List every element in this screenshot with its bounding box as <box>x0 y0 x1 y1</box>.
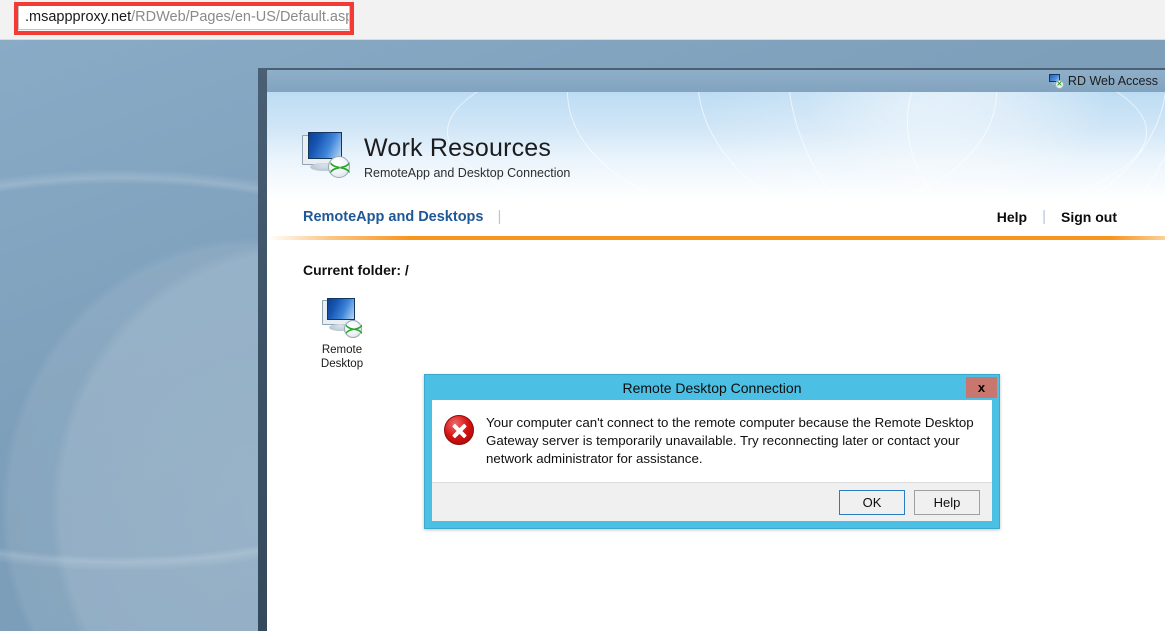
dialog-titlebar: Remote Desktop Connection x <box>425 375 999 400</box>
rdweb-navbar: RemoteApp and Desktops | Help | Sign out <box>267 200 1165 240</box>
error-icon <box>444 415 474 445</box>
ok-button[interactable]: OK <box>839 489 905 515</box>
close-icon[interactable]: x <box>966 377 997 398</box>
help-link[interactable]: Help <box>997 209 1027 225</box>
nav-separator-left: | <box>497 208 502 225</box>
rd-web-access-title: ✕ RD Web Access <box>1048 74 1158 89</box>
rdweb-access-window: ✕ RD Web Access ≻≺ Work Resources Remote… <box>258 68 1165 631</box>
rd-web-access-icon-badge: ✕ <box>1054 80 1064 89</box>
resource-label-line2: Desktop <box>320 358 364 370</box>
dialog-title: Remote Desktop Connection <box>622 379 802 396</box>
remote-desktop-connection-dialog: Remote Desktop Connection x Your compute… <box>424 374 1000 529</box>
page-subtitle: RemoteApp and Desktop Connection <box>364 166 571 180</box>
remote-desktop-badge-icon: ≻≺ <box>344 320 363 338</box>
page-title: Work Resources <box>364 134 552 162</box>
rdweb-header-banner: ≻≺ Work Resources RemoteApp and Desktop … <box>267 92 1165 200</box>
brand-block: ≻≺ Work Resources RemoteApp and Desktop … <box>302 132 570 180</box>
browser-url-bar: .msappproxy.net/RDWeb/Pages/en-US/Defaul… <box>0 0 1165 40</box>
remote-desktop-icon: ≻≺ <box>322 298 363 338</box>
rdweb-topbar: ✕ RD Web Access <box>267 70 1165 92</box>
rd-web-access-icon: ✕ <box>1048 74 1064 89</box>
tab-remoteapp-and-desktops[interactable]: RemoteApp and Desktops <box>303 209 483 225</box>
nav-separator-right: | <box>1042 208 1046 225</box>
resource-label-line1: Remote <box>321 344 363 356</box>
url-path-text: /RDWeb/Pages/en-US/Default.aspx <box>131 9 350 25</box>
current-folder-label: Current folder: / <box>303 262 409 278</box>
work-resources-monitor-icon: ≻≺ <box>302 132 351 178</box>
dialog-body: Your computer can't connect to the remot… <box>432 400 992 482</box>
url-input[interactable]: .msappproxy.net/RDWeb/Pages/en-US/Defaul… <box>18 4 350 30</box>
resource-grid: ≻≺ Remote Desktop <box>303 298 1165 371</box>
dialog-message-text: Your computer can't connect to the remot… <box>486 415 974 466</box>
help-button[interactable]: Help <box>914 489 980 515</box>
remote-connection-badge-icon: ≻≺ <box>328 156 351 178</box>
globe-arc-5 <box>907 92 1165 200</box>
url-host-text: .msappproxy.net <box>25 9 132 25</box>
sign-out-link[interactable]: Sign out <box>1061 209 1117 225</box>
rd-web-access-label-text: RD Web Access <box>1067 74 1158 88</box>
dialog-footer: OK Help <box>432 482 992 521</box>
resource-tile-remote-desktop[interactable]: ≻≺ Remote Desktop <box>303 298 381 371</box>
